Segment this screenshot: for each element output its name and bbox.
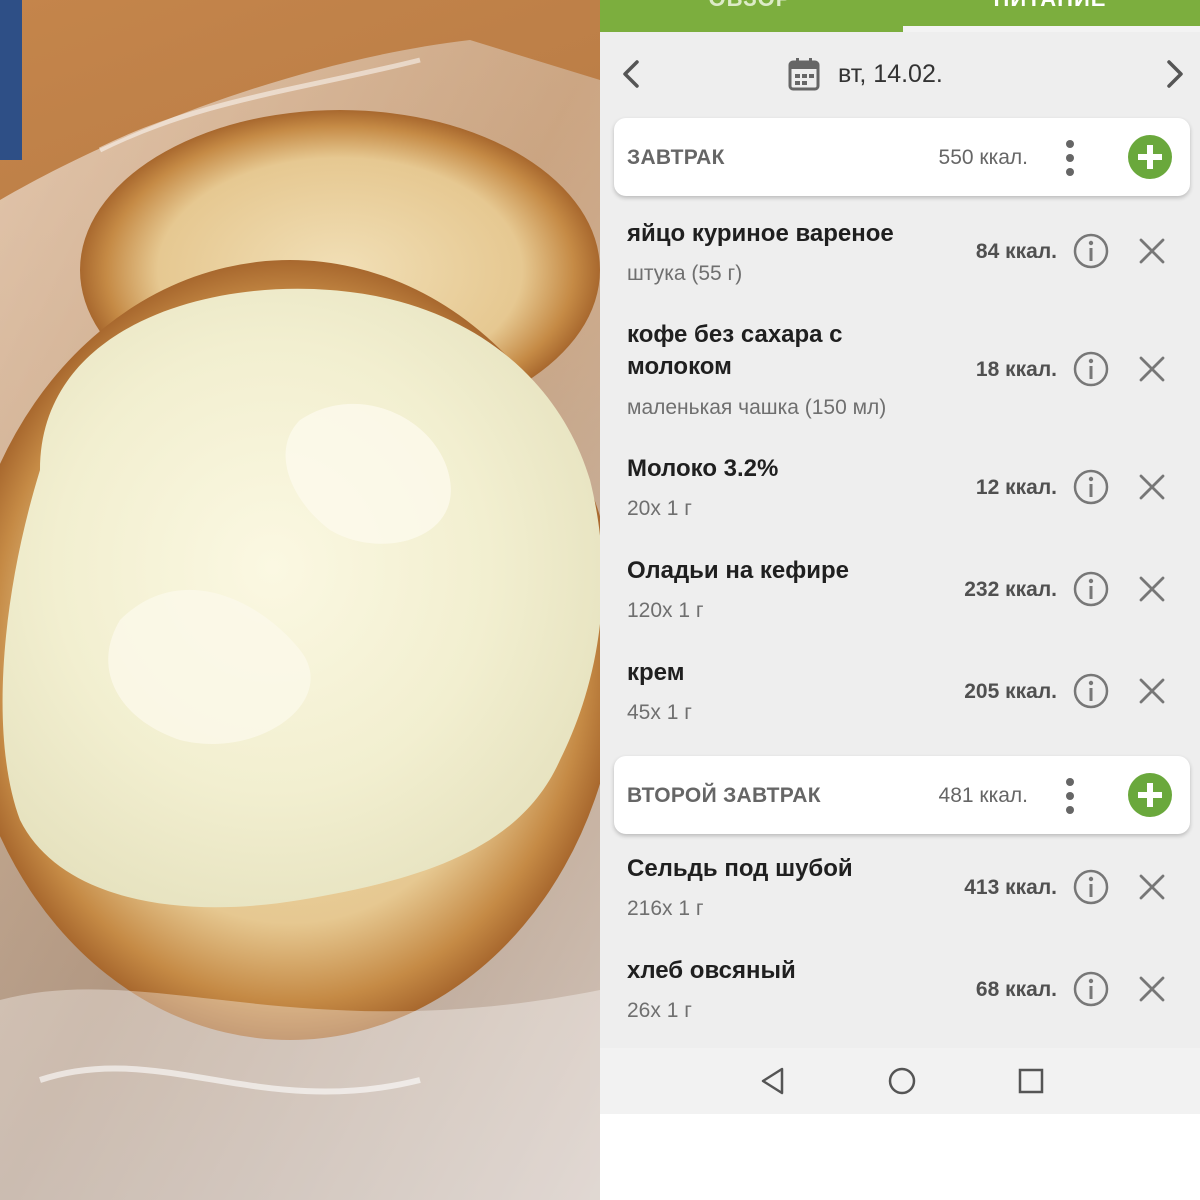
more-vertical-icon[interactable] xyxy=(1060,138,1080,178)
food-item[interactable]: Молоко 3.2% 20x 1 г 12 ккал. xyxy=(600,450,1200,550)
food-name: яйцо куриное вареное xyxy=(627,220,894,247)
calendar-icon[interactable] xyxy=(788,57,820,91)
meal-header-breakfast: ЗАВТРАК 550 ккал. xyxy=(614,118,1190,196)
chevron-left-icon[interactable] xyxy=(614,56,650,92)
food-name: Молоко 3.2% xyxy=(627,455,779,482)
food-portion: 26x 1 г xyxy=(627,999,692,1022)
food-portion: 120x 1 г xyxy=(627,599,704,622)
triangle-back-icon[interactable] xyxy=(758,1066,788,1096)
close-icon[interactable] xyxy=(1136,353,1168,385)
chevron-right-icon[interactable] xyxy=(1156,56,1192,92)
info-icon[interactable] xyxy=(1072,350,1110,388)
food-name: Оладьи на кефире xyxy=(627,557,849,584)
food-kcal: 205 ккал. xyxy=(964,680,1057,703)
tab-nutrition[interactable]: ПИТАНИЕ xyxy=(900,0,1200,12)
plus-circle-icon[interactable] xyxy=(1128,135,1172,179)
square-recents-icon[interactable] xyxy=(1016,1066,1046,1096)
food-item[interactable]: Оладьи на кефире 120x 1 г 232 ккал. xyxy=(600,552,1200,652)
food-kcal: 68 ккал. xyxy=(975,978,1057,1001)
more-vertical-icon[interactable] xyxy=(1060,776,1080,816)
food-name: кофе без сахара с молоком xyxy=(627,321,843,380)
nutrition-app: ОБЗОР ПИТАНИЕ вт, 14.02. xyxy=(600,0,1200,1200)
close-icon[interactable] xyxy=(1136,675,1168,707)
food-portion: 20x 1 г xyxy=(627,497,692,520)
food-item[interactable]: крем 45x 1 г 205 ккал. xyxy=(600,654,1200,754)
info-icon[interactable] xyxy=(1072,970,1110,1008)
food-item[interactable]: хлеб овсяный 26x 1 г 68 ккал. xyxy=(600,952,1200,1048)
food-name: крем xyxy=(627,659,685,686)
tab-bar: ОБЗОР ПИТАНИЕ xyxy=(600,0,1200,32)
food-kcal: 12 ккал. xyxy=(975,476,1057,499)
meal-title: ЗАВТРАК xyxy=(627,146,725,169)
date-label[interactable]: вт, 14.02. xyxy=(838,60,943,89)
meal-kcal: 481 ккал. xyxy=(938,784,1028,807)
food-portion: штука (55 г) xyxy=(627,262,743,285)
food-name: Сельдь под шубой xyxy=(627,855,853,882)
circle-home-icon[interactable] xyxy=(887,1066,917,1096)
close-icon[interactable] xyxy=(1136,573,1168,605)
info-icon[interactable] xyxy=(1072,232,1110,270)
close-icon[interactable] xyxy=(1136,471,1168,503)
food-portion: 45x 1 г xyxy=(627,701,692,724)
food-kcal: 84 ккал. xyxy=(975,240,1057,263)
food-item[interactable]: Сельдь под шубой 216x 1 г 413 ккал. xyxy=(600,850,1200,950)
info-icon[interactable] xyxy=(1072,672,1110,710)
info-icon[interactable] xyxy=(1072,468,1110,506)
food-photo xyxy=(0,0,600,1200)
tab-overview[interactable]: ОБЗОР xyxy=(600,0,900,12)
food-name: хлеб овсяный xyxy=(627,957,796,984)
diary-content: вт, 14.02. ЗАВТРАК 550 ккал. яйцо курино… xyxy=(600,32,1200,1048)
food-kcal: 413 ккал. xyxy=(964,876,1057,899)
close-icon[interactable] xyxy=(1136,973,1168,1005)
meal-kcal: 550 ккал. xyxy=(938,146,1028,169)
food-kcal: 18 ккал. xyxy=(975,358,1057,381)
food-portion: маленькая чашка (150 мл) xyxy=(627,396,887,419)
food-item[interactable]: яйцо куриное вареное штука (55 г) 84 кка… xyxy=(600,214,1200,314)
food-item[interactable]: кофе без сахара с молоком маленькая чашк… xyxy=(600,316,1200,446)
meal-header-second-breakfast: ВТОРОЙ ЗАВТРАК 481 ккал. xyxy=(614,756,1190,834)
info-icon[interactable] xyxy=(1072,868,1110,906)
close-icon[interactable] xyxy=(1136,871,1168,903)
close-icon[interactable] xyxy=(1136,235,1168,267)
meal-title: ВТОРОЙ ЗАВТРАК xyxy=(627,784,821,807)
info-icon[interactable] xyxy=(1072,570,1110,608)
food-portion: 216x 1 г xyxy=(627,897,704,920)
pancakes-with-cream-image xyxy=(0,0,600,1200)
date-navigation: вт, 14.02. xyxy=(600,32,1200,116)
plus-circle-icon[interactable] xyxy=(1128,773,1172,817)
food-kcal: 232 ккал. xyxy=(964,578,1057,601)
system-navigation-bar xyxy=(600,1048,1200,1114)
